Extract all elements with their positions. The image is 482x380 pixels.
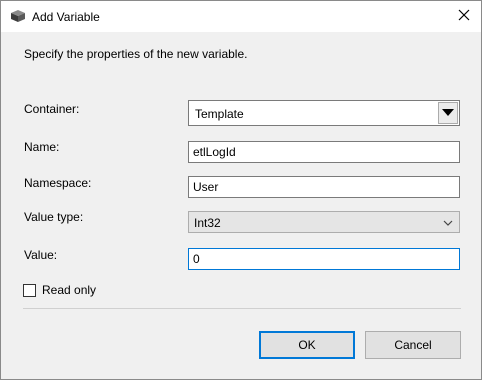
value-input[interactable] [188,248,460,270]
chevron-down-icon [443,216,453,230]
close-icon [458,9,470,24]
window-title: Add Variable [32,10,100,24]
ok-button[interactable]: OK [259,331,355,359]
read-only-label[interactable]: Read only [42,283,96,297]
cancel-button[interactable]: Cancel [365,331,461,359]
container-value: Template [195,107,244,121]
value-label: Value: [24,248,58,262]
add-variable-dialog: Add Variable Specify the properties of t… [0,0,482,380]
name-label: Name: [24,140,60,154]
container-dropdown[interactable]: Template [188,100,460,126]
value-type-value: Int32 [194,216,221,230]
container-label: Container: [24,102,80,116]
name-input[interactable] [188,141,460,163]
dialog-description: Specify the properties of the new variab… [24,47,248,61]
value-type-dropdown[interactable]: Int32 [188,211,460,233]
value-type-label: Value type: [24,210,84,224]
namespace-label: Namespace: [24,176,92,190]
dialog-content: Specify the properties of the new variab… [1,32,481,379]
close-button[interactable] [447,1,481,31]
read-only-checkbox[interactable] [23,284,36,297]
package-icon [10,9,26,23]
separator [23,308,461,309]
title-bar: Add Variable [1,1,481,31]
container-dropdown-button[interactable] [438,102,458,124]
namespace-input[interactable] [188,176,460,198]
triangle-down-icon [442,109,454,116]
